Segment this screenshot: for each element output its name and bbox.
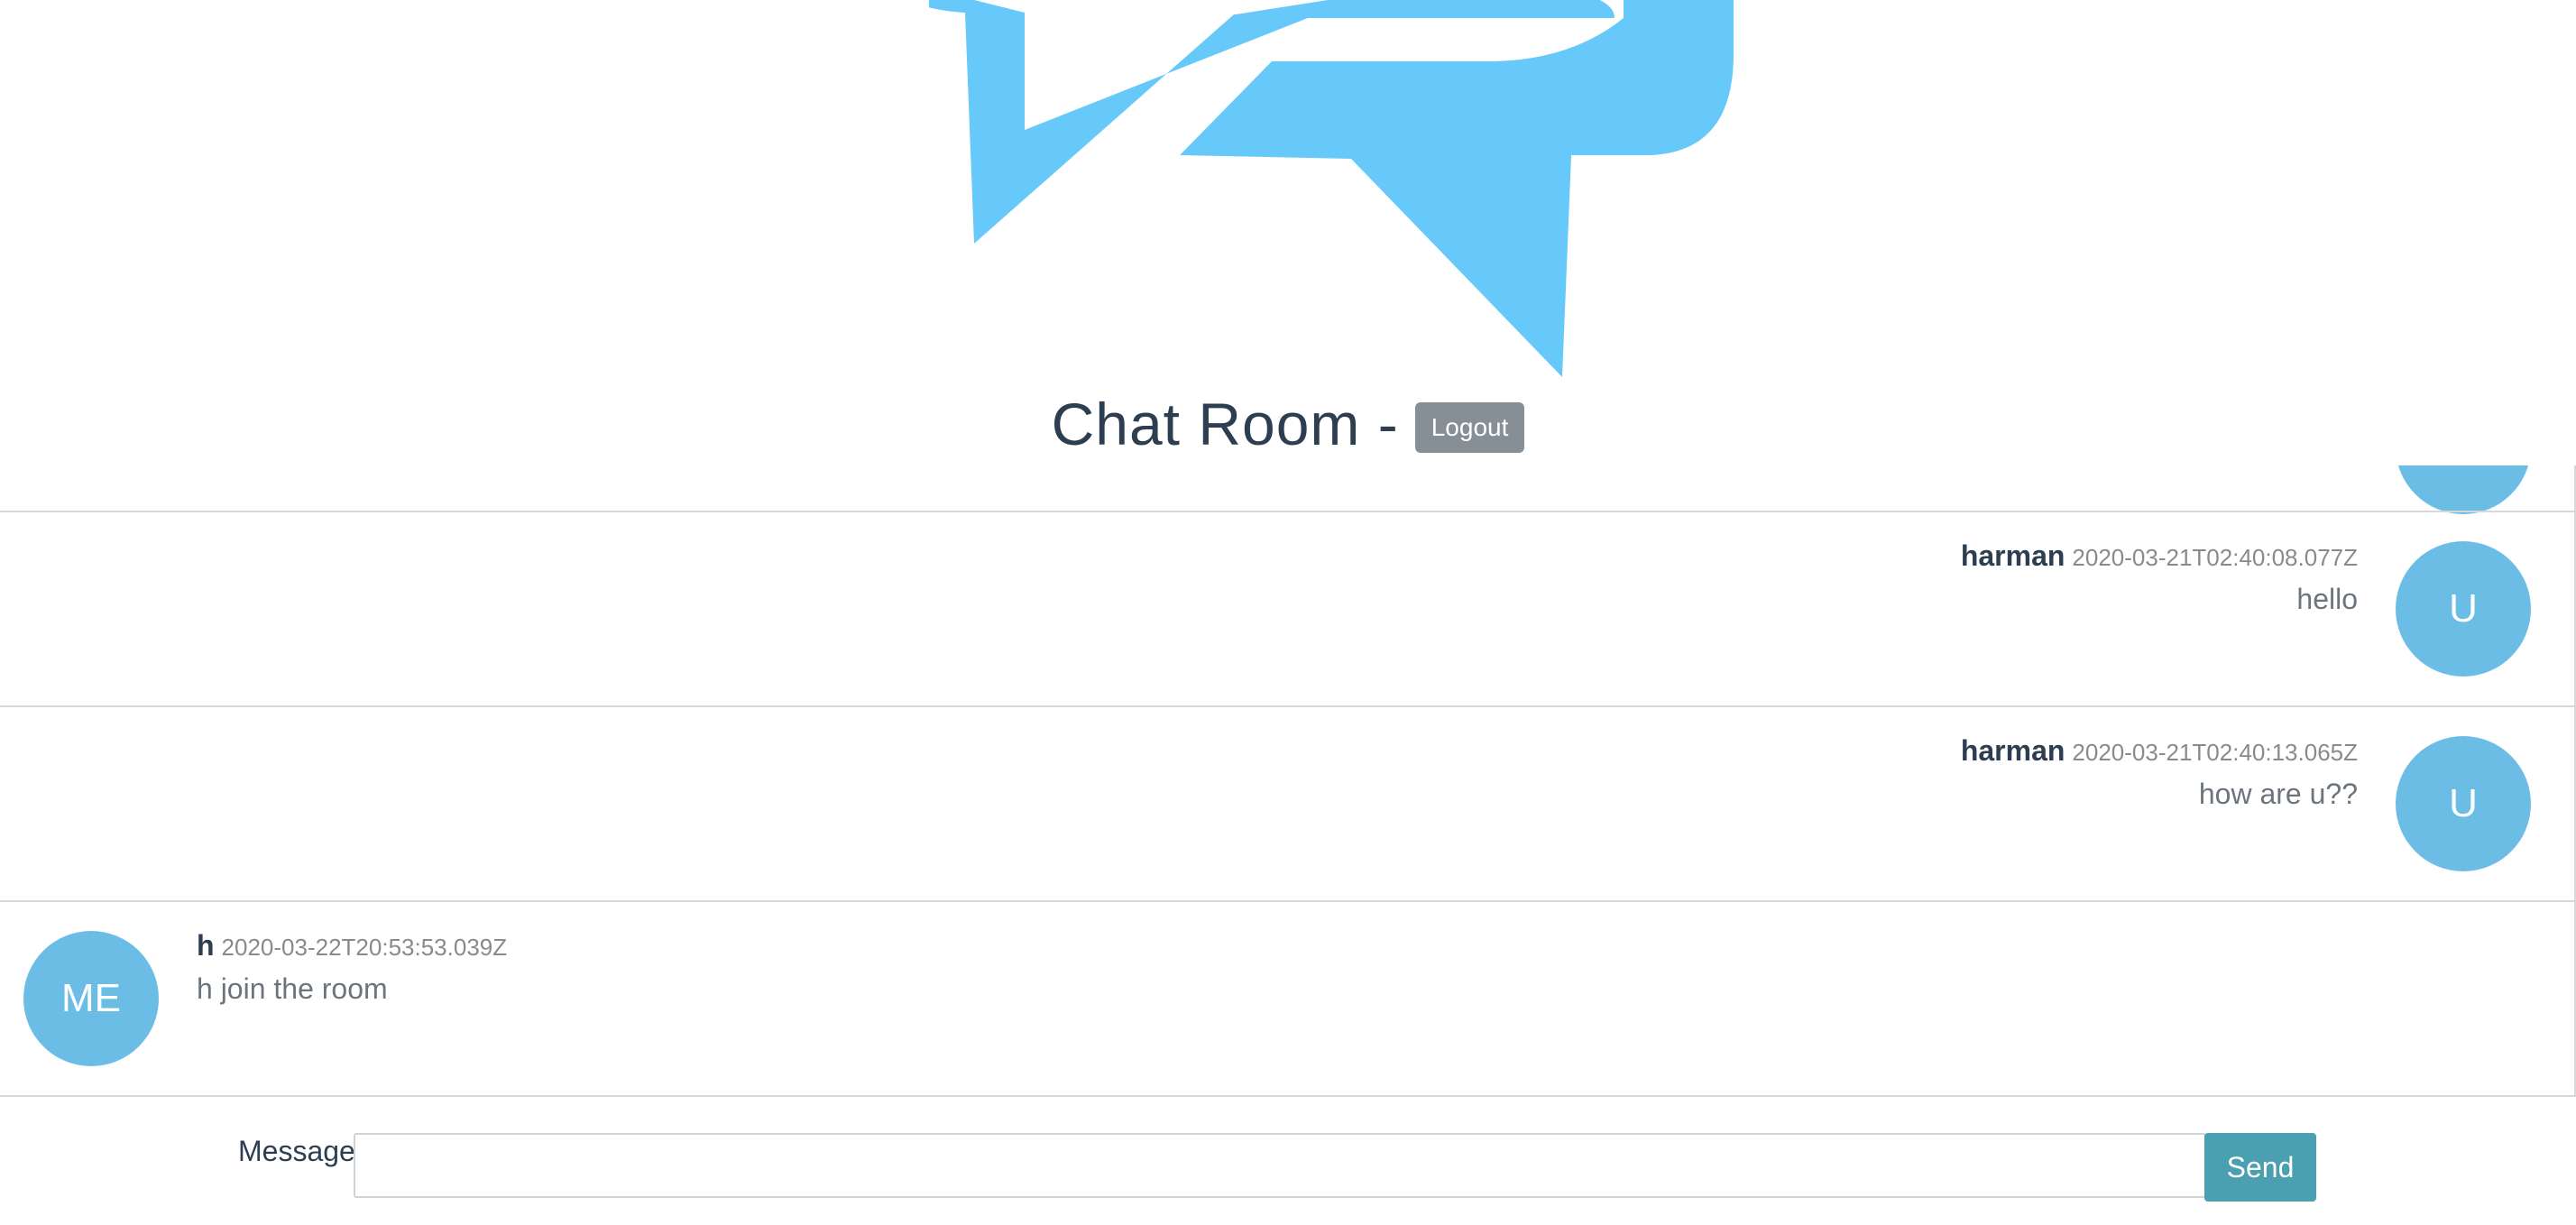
message-meta: h 2020-03-22T20:53:53.039Z xyxy=(197,929,507,962)
chat-bubbles-icon xyxy=(929,0,1734,377)
message-meta: harman 2020-03-21T02:40:08.077Z xyxy=(1961,539,2358,573)
message-author: harman xyxy=(1960,539,2065,572)
message-input[interactable] xyxy=(354,1133,2206,1198)
avatar: ME xyxy=(23,931,159,1066)
message-text: h join the room xyxy=(197,972,388,1005)
message-item: harman 2020-03-21T02:40:13.065Z how are u… xyxy=(0,705,2574,902)
logout-button[interactable]: Logout xyxy=(1414,402,1525,453)
avatar: U xyxy=(2396,541,2531,677)
message-label: Message xyxy=(238,1135,355,1167)
message-list[interactable]: harman 2020-03-21T02:40:08.077Z hello U h… xyxy=(0,465,2576,1097)
message-text: how are u?? xyxy=(2198,778,2358,810)
message-author: h xyxy=(197,929,215,962)
page-title: Chat Room - xyxy=(1051,391,1399,457)
avatar: U xyxy=(2396,736,2531,871)
message-item: harman 2020-03-21T02:40:08.077Z hello U xyxy=(0,511,2574,707)
message-item: ME h 2020-03-22T20:53:53.039Z h join the … xyxy=(0,900,2574,1095)
message-text: hello xyxy=(2296,583,2358,615)
send-button[interactable]: Send xyxy=(2204,1133,2316,1202)
message-composer: Message Send xyxy=(0,1119,2576,1202)
message-meta: harman 2020-03-21T02:40:13.065Z xyxy=(1961,734,2358,768)
avatar xyxy=(2396,465,2531,514)
message-author: harman xyxy=(1960,734,2065,767)
message-timestamp: 2020-03-21T02:40:08.077Z xyxy=(2072,544,2358,571)
message-timestamp: 2020-03-21T02:40:13.065Z xyxy=(2072,739,2358,766)
message-timestamp: 2020-03-22T20:53:53.039Z xyxy=(221,934,508,961)
page-header: Chat Room - Logout xyxy=(0,379,2576,469)
